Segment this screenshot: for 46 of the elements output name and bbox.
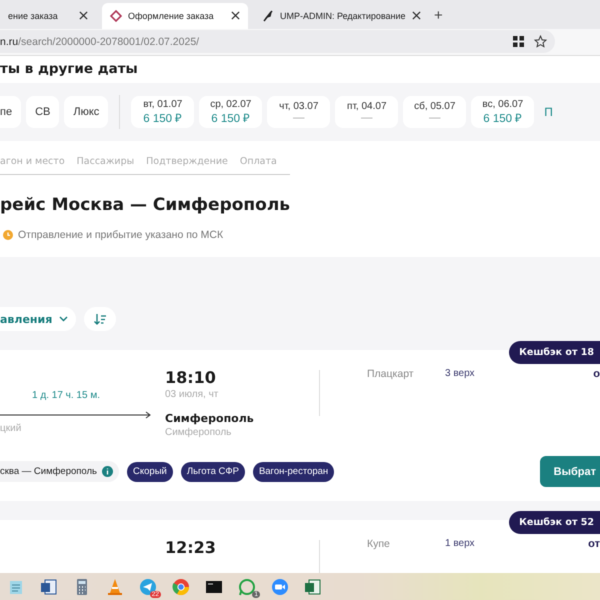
route-name: сква — Симферополь xyxy=(0,466,97,478)
filter-dropdown[interactable]: авления xyxy=(0,307,76,332)
car-class: Плацкарт xyxy=(367,368,415,382)
tab-title: Оформление заказа xyxy=(128,10,215,21)
car-type-chip[interactable]: пе xyxy=(0,96,22,128)
arrival-city: Симферополь xyxy=(165,412,255,426)
step-label: Оплата xyxy=(240,156,277,168)
cashback-badge: Кешбэк от 18 xyxy=(509,341,600,364)
car-type-chip[interactable]: СВ xyxy=(26,96,60,128)
date-card[interactable]: пт, 04.07 — xyxy=(335,96,398,128)
departure-station: цкий xyxy=(0,423,22,434)
date-card[interactable]: вт, 01.07 6 150 ₽ xyxy=(131,96,194,128)
browser-tab[interactable]: UMP-ADMIN: Редактирование xyxy=(254,2,422,29)
step-label: Пассажиры xyxy=(76,156,134,168)
train-tag: Вагон-ресторан xyxy=(252,462,334,482)
seat-type: 1 верх xyxy=(445,538,476,552)
address-bar[interactable]: n.ru/search/2000000-2078001/02.07.2025/ xyxy=(0,30,555,54)
tab-title: UMP-ADMIN: Редактирование xyxy=(280,10,406,21)
arrival-time: 18:10 xyxy=(165,368,217,388)
more-link[interactable]: П xyxy=(544,105,553,120)
car-class: Купе xyxy=(367,538,391,552)
trip-duration: 1 д. 17 ч. 15 м. xyxy=(32,390,100,402)
browser-tab[interactable]: Оформление заказа xyxy=(102,2,248,29)
timezone-notice: Отправление и прибытие указано по МСК xyxy=(18,229,224,242)
date-card[interactable]: ср, 02.07 6 150 ₽ xyxy=(199,96,262,128)
train-tag: Льгота СФР xyxy=(180,462,245,482)
browser-tab[interactable]: ение заказа xyxy=(0,2,96,29)
train-tag: Скорый xyxy=(127,462,173,482)
date-card[interactable]: вс, 06.07 6 150 ₽ xyxy=(471,96,534,128)
page-title: рейс Москва — Симферополь xyxy=(0,195,292,216)
step-label: агон и место xyxy=(0,156,65,168)
new-tab-button[interactable]: + xyxy=(428,6,443,29)
arrival-time: 12:23 xyxy=(165,538,217,558)
seat-type: 3 верх xyxy=(445,368,476,382)
tab-title: ение заказа xyxy=(8,10,59,21)
select-button[interactable]: Выбрат xyxy=(540,456,600,488)
step-label: Подтверждение xyxy=(146,156,228,168)
date-card[interactable]: чт, 03.07 — xyxy=(267,96,330,128)
date-card[interactable]: сб, 05.07 — xyxy=(403,96,466,128)
section-heading: ты в другие даты xyxy=(0,60,138,77)
price: о xyxy=(593,368,600,382)
arrival-station: Симферополь xyxy=(165,427,232,438)
cashback-badge: Кешбэк от 52 xyxy=(509,511,600,534)
car-type-chip[interactable]: Люкс xyxy=(64,96,108,128)
price: от xyxy=(588,538,600,552)
arrival-date: 03 июля, чт xyxy=(165,389,220,400)
